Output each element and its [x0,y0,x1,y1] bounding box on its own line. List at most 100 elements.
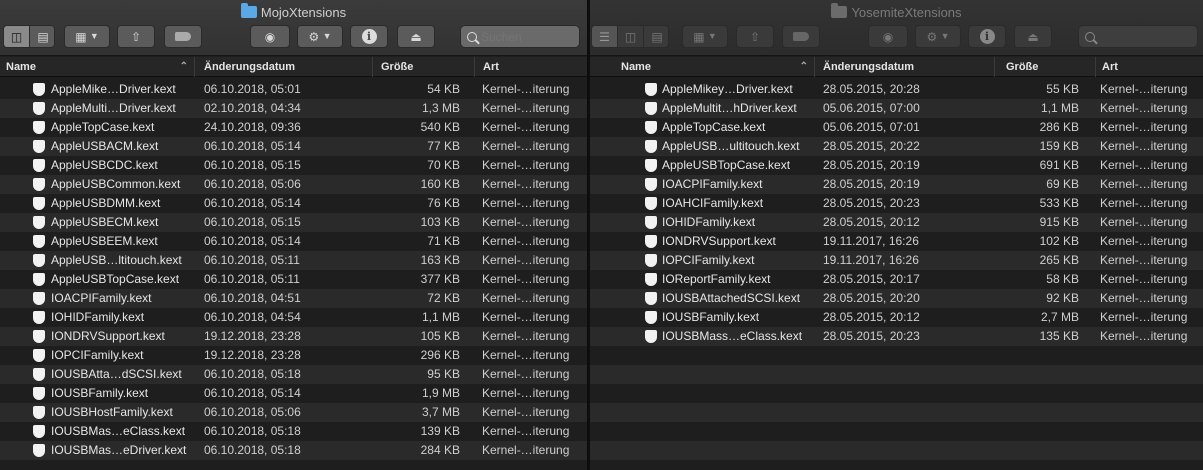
file-row[interactable]: IOACPIFamily.kext 28.05.2015, 20:19 69 KB K… [590,175,1203,194]
column-view-icon[interactable]: ◫ [4,26,30,47]
file-size: 135 KB [1039,329,1079,343]
view-mode-control[interactable]: ◫ ▤ [3,25,55,48]
kext-file-icon [33,349,45,362]
file-date: 28.05.2015, 20:22 [823,139,920,153]
header-kind[interactable]: Art [477,57,587,77]
kext-file-icon [33,387,45,400]
file-row[interactable]: IOPCIFamily.kext 19.11.2017, 16:26 265 KB K… [590,251,1203,270]
group-button[interactable]: ▦ ▼ [64,25,110,48]
file-row[interactable]: AppleMulti…Driver.kext 02.10.2018, 04:34 1… [0,99,587,118]
quicklook-button[interactable]: ◉ [868,25,908,48]
file-row[interactable]: AppleMikey…Driver.kext 28.05.2015, 20:28 5… [590,80,1203,99]
header-date[interactable]: Änderungsdatum [198,57,373,77]
file-row[interactable]: AppleMike…Driver.kext 06.10.2018, 05:01 54… [0,80,587,99]
file-date: 19.11.2017, 16:26 [823,253,919,267]
file-name: IOACPIFamily.kext [662,177,763,191]
info-button[interactable]: i [350,25,388,48]
file-date: 28.05.2015, 20:19 [823,177,920,191]
file-row[interactable]: IOReportFamily.kext 28.05.2015, 20:17 58 K… [590,270,1203,289]
info-button[interactable]: i [968,25,1006,48]
header-date[interactable]: Änderungsdatum [817,57,995,77]
file-size: 54 KB [427,82,460,96]
file-name: AppleUSB…ultitouch.kext [662,139,800,153]
file-row[interactable]: IOUSBFamily.kext 06.10.2018, 05:14 1,9 MB K… [0,384,587,403]
file-row[interactable]: IOACPIFamily.kext 06.10.2018, 04:51 72 KB K… [0,289,587,308]
file-name: AppleUSBDMM.kext [51,196,161,210]
file-date: 28.05.2015, 20:23 [823,196,920,210]
tag-button[interactable] [782,25,820,48]
gallery-view-icon[interactable]: ▤ [30,26,54,47]
file-row[interactable]: AppleUSB…ltitouch.kext 06.10.2018, 05:11 1… [0,251,587,270]
file-row[interactable]: IOUSBMas…eDriver.kext 06.10.2018, 05:18 28… [0,441,587,460]
action-button[interactable]: ⚙ ▼ [297,25,343,48]
header-size[interactable]: Größe [375,57,475,77]
file-name: IONDRVSupport.kext [51,329,165,343]
file-row[interactable]: IOUSBFamily.kext 28.05.2015, 20:12 2,7 MB K… [590,308,1203,327]
file-row[interactable]: IONDRVSupport.kext 19.12.2018, 23:28 105 K… [0,327,587,346]
file-date: 06.10.2018, 05:18 [204,424,301,438]
file-name: IOPCIFamily.kext [51,348,144,362]
action-button[interactable]: ⚙ ▼ [915,25,961,48]
list-view-icon[interactable]: ☰ [592,26,618,47]
kext-file-icon [645,273,657,286]
file-list: AppleMike…Driver.kext 06.10.2018, 05:01 54… [0,80,587,470]
search-field[interactable] [460,25,580,48]
search-input[interactable] [1099,29,1189,44]
file-row[interactable]: AppleUSB…ultitouch.kext 28.05.2015, 20:22… [590,137,1203,156]
file-row[interactable]: AppleUSBCommon.kext 06.10.2018, 05:06 160 … [0,175,587,194]
file-row[interactable]: IOPCIFamily.kext 19.12.2018, 23:28 296 KB K… [0,346,587,365]
share-button[interactable]: ⇧ [117,25,155,48]
file-kind: Kernel-…iterung [482,139,570,153]
file-row[interactable]: IOUSBMas…eClass.kext 06.10.2018, 05:18 139… [0,422,587,441]
file-row[interactable]: AppleUSBACM.kext 06.10.2018, 05:14 77 KB Ke… [0,137,587,156]
kext-file-icon [645,121,657,134]
header-size[interactable]: Größe [1000,57,1096,77]
file-name: AppleUSB…ltitouch.kext [51,253,182,267]
header-name[interactable]: Name ⌃ [615,57,815,77]
file-row[interactable]: AppleUSBEEM.kext 06.10.2018, 05:14 71 KB Ke… [0,232,587,251]
gallery-view-icon[interactable]: ▤ [644,26,668,47]
file-row[interactable]: AppleUSBTopCase.kext 06.10.2018, 05:11 377… [0,270,587,289]
file-row[interactable]: AppleMultit…hDriver.kext 05.06.2015, 07:0… [590,99,1203,118]
share-button[interactable]: ⇧ [736,25,774,48]
file-row[interactable]: AppleUSBTopCase.kext 28.05.2015, 20:19 691… [590,156,1203,175]
file-row[interactable]: AppleUSBDMM.kext 06.10.2018, 05:14 76 KB Ke… [0,194,587,213]
eject-button[interactable]: ⏏ [1014,25,1052,48]
view-mode-control[interactable]: ☰ ◫ ▤ [591,25,669,48]
file-row[interactable]: IOUSBAtta…dSCSI.kext 06.10.2018, 05:18 95 … [0,365,587,384]
header-kind[interactable]: Art [1096,57,1203,77]
eject-button[interactable]: ⏏ [397,25,435,48]
file-date: 28.05.2015, 20:28 [823,82,920,96]
file-row[interactable]: AppleTopCase.kext 24.10.2018, 09:36 540 KB… [0,118,587,137]
column-view-icon[interactable]: ◫ [618,26,644,47]
file-row[interactable]: AppleUSBCDC.kext 06.10.2018, 05:15 70 KB Ke… [0,156,587,175]
file-name: AppleUSBCDC.kext [51,158,158,172]
group-button[interactable]: ▦ ▼ [682,25,728,48]
quicklook-button[interactable]: ◉ [250,25,290,48]
search-input[interactable] [481,29,571,44]
file-name: AppleUSBCommon.kext [51,177,181,191]
file-kind: Kernel-…iterung [482,272,570,286]
tag-button[interactable] [164,25,202,48]
search-field[interactable] [1078,25,1198,48]
file-date: 24.10.2018, 09:36 [204,120,301,134]
empty-row [590,422,1203,441]
file-row[interactable]: IOUSBHostFamily.kext 06.10.2018, 05:06 3,7… [0,403,587,422]
empty-row [590,365,1203,384]
file-size: 691 KB [1039,158,1079,172]
file-name: AppleUSBTopCase.kext [51,272,180,286]
eye-icon: ◉ [264,29,276,44]
file-list: AppleMikey…Driver.kext 28.05.2015, 20:28 5… [590,80,1203,470]
file-row[interactable]: IOUSBAttachedSCSI.kext 28.05.2015, 20:20 9… [590,289,1203,308]
file-row[interactable]: IONDRVSupport.kext 19.11.2017, 16:26 102 K… [590,232,1203,251]
file-size: 3,7 MB [421,405,460,419]
file-row[interactable]: IOAHCIFamily.kext 28.05.2015, 20:23 533 KB… [590,194,1203,213]
file-row[interactable]: AppleTopCase.kext 05.06.2015, 07:01 286 KB… [590,118,1203,137]
header-name[interactable]: Name ⌃ [0,57,195,77]
file-row[interactable]: AppleUSBECM.kext 06.10.2018, 05:15 103 KB K… [0,213,587,232]
file-date: 28.05.2015, 20:12 [823,310,920,324]
file-row[interactable]: IOHIDFamily.kext 28.05.2015, 20:12 915 KB K… [590,213,1203,232]
file-row[interactable]: IOUSBMass…eClass.kext 28.05.2015, 20:23 13… [590,327,1203,346]
file-row[interactable]: IOHIDFamily.kext 06.10.2018, 04:54 1,1 MB K… [0,308,587,327]
finder-window-left: MojoXtensions ◫ ▤ ▦ ▼ ⇧ ◉ ⚙ ▼ i ⏏ Suchen… [0,0,588,470]
